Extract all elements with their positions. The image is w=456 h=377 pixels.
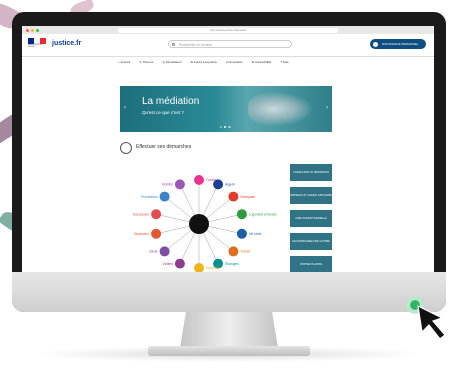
theme-bubble[interactable]	[236, 209, 247, 220]
main-nav: ⌂ Accueil ⊙ Thèmes ◎ Simulateurs ⊞ Accès…	[118, 58, 289, 66]
quick-action-button[interactable]: ACCOMPAGNER UNE VICTIME	[290, 233, 332, 250]
theme-bubble[interactable]	[228, 246, 239, 257]
flag-icon	[28, 38, 46, 44]
theme-bubble[interactable]	[194, 175, 204, 185]
theme-bubble[interactable]	[159, 246, 170, 257]
nav-item-directories[interactable]: ⊟ Annuaires	[226, 60, 243, 64]
quick-action-button[interactable]: CONSULTER UN MÉDIATEUR	[290, 164, 332, 181]
quick-action-button[interactable]: PORTER PLAINTE	[290, 256, 332, 272]
theme-label[interactable]: Victime	[163, 262, 174, 266]
theme-label[interactable]: Argent	[225, 183, 235, 187]
carousel-next-icon[interactable]: ›	[326, 105, 328, 111]
monitor-stand	[180, 312, 278, 348]
theme-label[interactable]: Succession	[133, 212, 150, 216]
nav-item-simulators[interactable]: ◎ Simulateurs	[162, 60, 181, 64]
maximize-window-icon[interactable]	[36, 28, 39, 32]
personal-space-label: MON ESPACE PERSONNEL	[382, 42, 419, 46]
search-input[interactable]: Rechercher un contenu	[168, 40, 292, 48]
quick-action-button[interactable]: AIDE JURIDICTIONNELLE	[290, 210, 332, 227]
theme-bubble[interactable]	[213, 179, 224, 190]
carousel-dot[interactable]	[220, 126, 223, 129]
theme-label[interactable]: Procédures	[141, 195, 158, 199]
browser-chrome: http://www.justice.fr/accueil	[22, 26, 434, 34]
quick-action-button[interactable]: OBTENIR UN CASIER JUDICIAIRE	[290, 187, 332, 204]
document-icon	[120, 142, 132, 154]
nav-item-themes[interactable]: ⊙ Thèmes	[139, 60, 153, 64]
theme-bubble[interactable]	[159, 191, 170, 202]
wheel-center	[189, 214, 209, 234]
theme-label[interactable]: Santé	[149, 250, 158, 254]
hero-banner[interactable]: ‹ › La médiation Qu'est ce que c'est ?	[120, 86, 332, 132]
nav-item-home[interactable]: ⌂ Accueil	[118, 60, 130, 64]
theme-bubble[interactable]	[228, 191, 239, 202]
theme-label[interactable]: Entreprise	[240, 195, 255, 199]
theme-label[interactable]: Séparation	[134, 232, 150, 236]
search-placeholder: Rechercher un contenu	[179, 43, 213, 47]
banner-title: La médiation	[142, 96, 200, 107]
section-title: Effectuer ses démarches	[136, 144, 192, 150]
banner-subtitle: Qu'est ce que c'est ?	[142, 110, 184, 115]
handshake-photo	[248, 92, 312, 126]
nav-item-accessibility[interactable]: ⊕ Accessibilité	[252, 60, 272, 64]
monitor-foot	[148, 346, 310, 356]
minimize-window-icon[interactable]	[31, 28, 34, 32]
cursor-icon	[417, 304, 446, 340]
theme-label[interactable]: Étrangers	[225, 261, 239, 266]
ministry-label: MINISTÈRE DE LA JUSTICE	[28, 45, 42, 48]
site-header: MINISTÈRE DE LA JUSTICE justice.fr Reche…	[22, 34, 434, 57]
theme-bubble[interactable]	[174, 179, 185, 190]
theme-bubble[interactable]	[236, 228, 247, 239]
search-icon	[172, 43, 175, 47]
carousel-dot[interactable]	[228, 126, 231, 129]
theme-bubble[interactable]	[151, 228, 162, 239]
theme-bubble[interactable]	[174, 258, 185, 269]
carousel-dot[interactable]	[224, 126, 227, 129]
theme-bubble[interactable]	[194, 263, 204, 272]
theme-label[interactable]: Handicap	[206, 266, 220, 270]
user-icon	[373, 41, 378, 47]
personal-space-button[interactable]: MON ESPACE PERSONNEL	[370, 39, 426, 49]
address-bar[interactable]: http://www.justice.fr/accueil	[118, 27, 338, 33]
nav-item-help[interactable]: ? Aide	[280, 60, 288, 64]
close-window-icon[interactable]	[26, 28, 29, 32]
theme-label[interactable]: Logement et foncier	[249, 212, 278, 216]
monitor-chin	[12, 272, 446, 312]
site-brand[interactable]: justice.fr	[52, 40, 81, 47]
marianne-logo[interactable]: MINISTÈRE DE LA JUSTICE	[28, 38, 46, 50]
theme-bubble[interactable]	[151, 209, 162, 220]
carousel-prev-icon[interactable]: ‹	[124, 105, 126, 111]
theme-label[interactable]: Vie civile	[249, 232, 262, 236]
carousel-indicators	[220, 126, 231, 129]
theme-label[interactable]: Travail	[240, 250, 250, 254]
nav-item-access[interactable]: ⊞ Accès à la justice	[191, 60, 217, 64]
themes-wheel: FamilleArgentEntrepriseLogement et fonci…	[133, 175, 278, 272]
screen: http://www.justice.fr/accueil MINISTÈRE …	[22, 26, 434, 272]
theme-label[interactable]: Mobilité	[162, 183, 173, 187]
